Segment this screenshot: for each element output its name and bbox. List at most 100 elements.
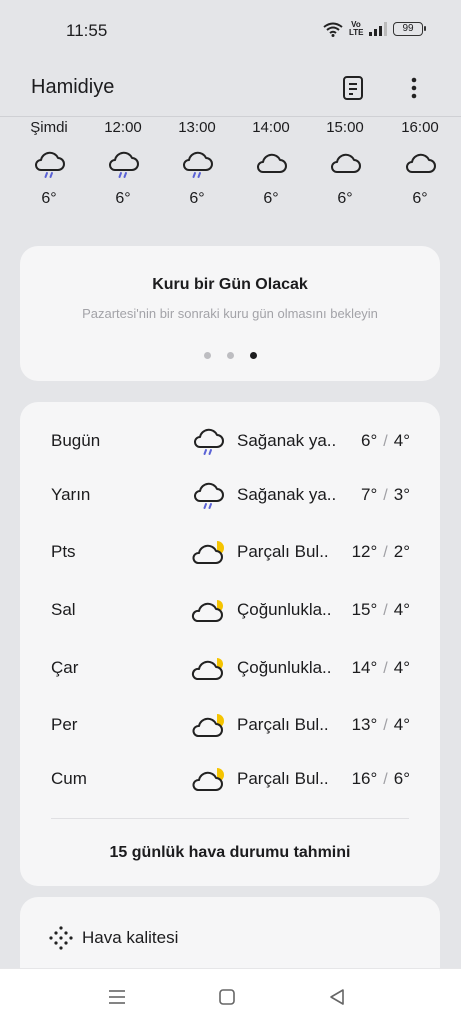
forecast-row[interactable]: Bugün Sağanak ya.. 6° / 4° <box>20 427 440 457</box>
forecast-condition: Parçalı Bul.. <box>237 715 329 734</box>
forecast-condition: Sağanak ya.. <box>237 485 337 504</box>
partly-cloudy-icon <box>192 768 224 791</box>
forecast-temps: 7° / 3° <box>361 485 410 505</box>
forecast-day: Çar <box>51 658 79 677</box>
mostly-cloudy-icon <box>191 600 223 622</box>
rain-cloud-icon <box>194 482 224 509</box>
forecast-high: 15° <box>351 600 378 619</box>
hour-item: 12:00 6° <box>88 117 158 208</box>
temp-separator: / <box>383 771 388 788</box>
forecast-high: 14° <box>351 658 378 677</box>
rain-cloud-icon <box>35 151 65 178</box>
forecast-row[interactable]: Per Parçalı Bul.. 13° / 4° <box>20 711 440 741</box>
temp-separator: / <box>383 433 388 450</box>
forecast-divider <box>51 818 409 819</box>
hour-temp: 6° <box>115 190 131 207</box>
forecast-low: 4° <box>393 715 410 734</box>
forecast-temps: 13° / 4° <box>352 715 410 735</box>
forecast-low: 4° <box>393 600 410 619</box>
cloud-icon <box>406 153 436 173</box>
forecast-high: 7° <box>361 485 378 504</box>
hourly-forecast[interactable]: Şimdi 6° 12:00 6° 13:00 6° 14:00 6° 15:0… <box>0 117 461 229</box>
back-triangle-icon <box>330 989 344 1005</box>
forecast-row[interactable]: Cum Parçalı Bul.. 16° / 6° <box>20 765 440 795</box>
forecast-temps: 6° / 4° <box>361 431 410 451</box>
page-dot <box>226 352 234 359</box>
hour-temp: 6° <box>41 190 57 207</box>
forecast-day: Per <box>51 715 78 734</box>
more-vertical-icon <box>411 77 417 99</box>
forecast-day: Sal <box>51 600 76 619</box>
forecast-condition: Çoğunlukla.. <box>237 658 332 677</box>
forecast-day: Yarın <box>51 485 91 504</box>
hour-time: Şimdi <box>30 119 68 136</box>
signal-icon <box>369 22 387 36</box>
daily-forecast-card: Bugün Sağanak ya.. 6° / 4° Yarın Sağanak y… <box>20 402 440 886</box>
forecast-condition: Sağanak ya.. <box>237 431 337 450</box>
volte-icon: Vo LTE <box>349 21 364 37</box>
forecast-day: Pts <box>51 542 76 561</box>
more-options-button[interactable] <box>398 72 430 104</box>
city-list-button[interactable] <box>337 72 369 104</box>
hour-temp: 6° <box>189 190 205 207</box>
weather-app-screen: 11:55 Vo LTE 99 Hamidiye Şimdi 6° 12:00 … <box>0 0 461 1024</box>
city-title[interactable]: Hamidiye <box>31 76 114 99</box>
hour-item: 14:00 6° <box>236 117 306 208</box>
recent-apps-button[interactable] <box>105 985 129 1009</box>
partly-cloudy-icon <box>192 714 224 737</box>
forecast-high: 16° <box>351 769 378 788</box>
forecast-temps: 12° / 2° <box>352 542 410 562</box>
battery-icon: 99 <box>393 22 426 36</box>
back-button[interactable] <box>325 985 349 1009</box>
rain-cloud-icon <box>183 151 213 178</box>
mostly-cloudy-icon <box>191 658 223 680</box>
forecast-condition: Çoğunlukla.. <box>237 600 332 619</box>
hour-item: 16:00 6° <box>385 117 455 208</box>
forecast-row[interactable]: Pts Parçalı Bul.. 12° / 2° <box>20 538 440 568</box>
forecast-high: 6° <box>361 431 378 450</box>
summary-title: Kuru bir Gün Olacak <box>152 276 308 293</box>
hour-temp: 6° <box>412 190 428 207</box>
system-nav-bar <box>0 968 461 1024</box>
hour-item: 15:00 6° <box>310 117 380 208</box>
volte-bottom-label: LTE <box>349 28 364 37</box>
temp-separator: / <box>383 602 388 619</box>
forecast-day: Cum <box>51 769 87 788</box>
partly-cloudy-icon <box>192 541 224 564</box>
hour-time: 15:00 <box>326 119 364 136</box>
rain-cloud-icon <box>194 428 224 455</box>
home-button[interactable] <box>215 985 239 1009</box>
temp-separator: / <box>383 717 388 734</box>
forecast-high: 13° <box>351 715 378 734</box>
forecast-low: 3° <box>393 485 410 504</box>
hour-temp: 6° <box>337 190 353 207</box>
forecast-condition: Parçalı Bul.. <box>237 542 329 561</box>
page-indicator <box>20 352 440 359</box>
forecast-low: 4° <box>393 431 410 450</box>
forecast-temps: 16° / 6° <box>352 769 410 789</box>
cloud-icon <box>257 153 287 173</box>
forecast-high: 12° <box>351 542 378 561</box>
app-bar: Hamidiye <box>0 60 461 116</box>
forecast-condition: Parçalı Bul.. <box>237 769 329 788</box>
status-bar: 11:55 Vo LTE 99 <box>0 0 461 60</box>
forecast-row[interactable]: Sal Çoğunlukla.. 15° / 4° <box>20 596 440 626</box>
hour-temp: 6° <box>263 190 279 207</box>
wifi-icon <box>323 22 343 37</box>
page-dot-active <box>249 352 257 359</box>
forecast-low: 4° <box>393 658 410 677</box>
rain-cloud-icon <box>109 151 139 178</box>
forecast-row[interactable]: Çar Çoğunlukla.. 14° / 4° <box>20 654 440 684</box>
list-document-icon <box>343 76 363 100</box>
summary-subtitle: Pazartesi'nin bir sonraki kuru gün olmas… <box>82 306 378 321</box>
fifteen-day-forecast-link[interactable]: 15 günlük hava durumu tahmini <box>20 844 440 862</box>
forecast-row[interactable]: Yarın Sağanak ya.. 7° / 3° <box>20 481 440 511</box>
forecast-temps: 15° / 4° <box>352 600 410 620</box>
hour-time: 13:00 <box>178 119 216 136</box>
hour-item: 13:00 6° <box>162 117 232 208</box>
hour-item: Şimdi 6° <box>14 117 84 208</box>
status-icons: Vo LTE 99 <box>323 21 426 37</box>
forecast-temps: 14° / 4° <box>352 658 410 678</box>
air-quality-icon <box>49 926 73 950</box>
summary-card[interactable]: Kuru bir Gün Olacak Pazartesi'nin bir so… <box>20 246 440 381</box>
